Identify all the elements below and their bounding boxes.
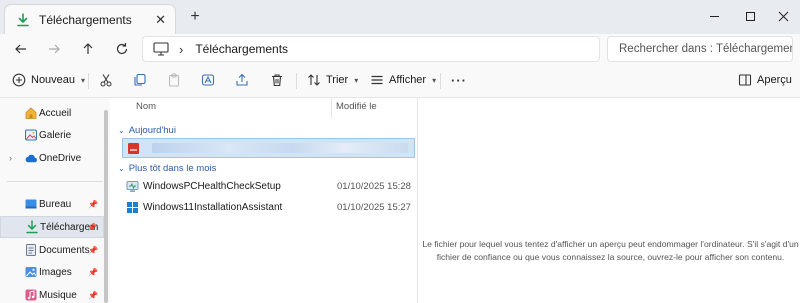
pin-icon[interactable]: 📌 (88, 268, 98, 277)
sidebar-item-documents[interactable]: Documents 📌 (0, 239, 104, 261)
sort-icon (308, 74, 320, 86)
images-icon (24, 265, 38, 279)
pin-icon[interactable]: 📌 (88, 291, 98, 300)
share-icon[interactable] (235, 69, 249, 91)
view-icon (371, 75, 383, 85)
gallery-icon (24, 128, 38, 142)
column-header-modified[interactable]: Modifié le (336, 101, 377, 112)
preview-warning-line: fichier de confiance ou que vous connais… (436, 252, 785, 262)
view-button[interactable]: Afficher ▾ (370, 69, 436, 91)
title-bar: Téléchargements ✕ + (0, 0, 800, 34)
cut-icon[interactable] (99, 69, 113, 91)
chevron-down-icon: ⌄ (118, 125, 125, 135)
more-options-icon[interactable]: ··· (451, 69, 467, 91)
computer-icon (153, 42, 169, 56)
download-icon (25, 220, 39, 234)
preview-pane: Le fichier pour lequel vous tentez d'aff… (417, 98, 800, 303)
divider (7, 181, 103, 182)
sidebar-item-home[interactable]: Accueil (0, 102, 104, 124)
group-label: Plus tôt dans le mois (128, 162, 217, 174)
new-label: Nouveau (31, 74, 76, 86)
sidebar-item-desktop[interactable]: Bureau 📌 (0, 193, 104, 215)
preview-pane-button[interactable]: Aperçu (738, 69, 792, 91)
column-header-name[interactable]: Nom (136, 101, 156, 112)
back-arrow-icon[interactable] (10, 38, 32, 60)
preview-warning-line: Le fichier pour lequel vous tentez d'aff… (422, 239, 799, 249)
sidebar-item-onedrive[interactable]: › OneDrive (0, 147, 104, 169)
sort-label: Trier (326, 74, 349, 86)
table-row[interactable]: WindowsPCHealthCheckSetup 01/10/2025 15:… (122, 176, 415, 196)
file-date: 01/10/2025 15:27 (337, 201, 411, 213)
pdf-file-icon (127, 142, 140, 155)
file-name: WindowsPCHealthCheckSetup (143, 180, 281, 192)
tab-downloads[interactable]: Téléchargements ✕ (4, 4, 176, 34)
minimize-icon[interactable] (703, 6, 725, 26)
download-icon (15, 12, 31, 28)
sidebar-item-downloads[interactable]: Téléchargements 📌 (0, 216, 104, 238)
up-arrow-icon[interactable] (77, 38, 99, 60)
sidebar-item-gallery[interactable]: Galerie (0, 124, 104, 146)
view-label: Afficher (389, 74, 427, 86)
maximize-icon[interactable] (739, 6, 761, 26)
paste-icon[interactable] (167, 69, 181, 91)
forward-arrow-icon[interactable] (43, 38, 65, 60)
group-label: Aujourd'hui (128, 124, 176, 136)
file-date: 01/10/2025 15:28 (337, 180, 411, 192)
sidebar-item-music[interactable]: Musique 📌 (0, 284, 104, 303)
redacted-filename (152, 143, 408, 153)
address-field[interactable]: › Téléchargements (142, 36, 600, 62)
close-tab-icon[interactable]: ✕ (155, 12, 166, 28)
tab-label: Téléchargements (39, 12, 132, 27)
windows-logo-icon (126, 201, 139, 214)
preview-pane-icon (738, 74, 752, 86)
sidebar-scrollbar[interactable] (104, 110, 108, 303)
pin-icon[interactable]: 📌 (87, 223, 97, 232)
desktop-folder-icon (24, 197, 38, 211)
sort-button[interactable]: Trier ▾ (307, 69, 358, 91)
chevron-down-icon: ⌄ (118, 163, 125, 173)
chevron-down-icon: ▾ (81, 75, 86, 85)
sidebar-item-label: OneDrive (39, 152, 82, 164)
new-button[interactable]: Nouveau ▾ (12, 69, 85, 91)
group-header-earlier-this-month[interactable]: ⌄ Plus tôt dans le mois (118, 160, 216, 176)
cloud-icon (24, 151, 38, 165)
sidebar-item-images[interactable]: Images 📌 (0, 261, 104, 283)
refresh-icon[interactable] (111, 38, 133, 60)
chevron-right-icon[interactable]: › (9, 153, 12, 163)
divider (88, 73, 89, 89)
health-check-app-icon (126, 180, 139, 193)
search-input[interactable]: Rechercher dans : Téléchargements (607, 36, 793, 62)
sidebar-item-label: Galerie (39, 129, 72, 141)
search-placeholder: Rechercher dans : Téléchargements (619, 43, 793, 55)
navigation-pane: Accueil Galerie › OneDrive Bureau 📌 Télé… (0, 98, 110, 303)
chevron-down-icon: ▾ (432, 75, 437, 85)
breadcrumb[interactable]: Téléchargements (195, 42, 288, 56)
plus-circle-icon (12, 73, 26, 87)
column-separator[interactable] (331, 98, 332, 118)
copy-icon[interactable] (133, 69, 147, 91)
command-bar: Nouveau ▾ Trier ▾ Afficher ▾ ··· Aperçu (0, 63, 800, 98)
preview-warning-message: Le fichier pour lequel vous tentez d'aff… (420, 238, 800, 264)
divider (440, 73, 441, 89)
rename-icon[interactable] (201, 69, 215, 91)
preview-label: Aperçu (757, 74, 792, 86)
close-window-icon[interactable] (772, 6, 794, 26)
music-icon (24, 288, 38, 302)
documents-icon (24, 243, 38, 257)
table-row-selected[interactable] (122, 138, 415, 158)
sidebar-item-label: Accueil (39, 107, 72, 119)
file-list: Nom Modifié le ⌄ Aujourd'hui ⌄ Plus tôt … (110, 98, 417, 303)
file-name: Windows11InstallationAssistant (143, 201, 283, 213)
chevron-down-icon: ▾ (354, 75, 359, 85)
pin-icon[interactable]: 📌 (88, 200, 98, 209)
delete-icon[interactable] (270, 69, 284, 91)
pin-icon[interactable]: 📌 (88, 246, 98, 255)
home-icon (24, 106, 38, 120)
address-bar: › Téléchargements Rechercher dans : Télé… (0, 34, 800, 63)
new-tab-button[interactable]: + (186, 8, 204, 26)
table-row[interactable]: Windows11InstallationAssistant 01/10/202… (122, 197, 415, 217)
divider (296, 73, 297, 89)
group-header-today[interactable]: ⌄ Aujourd'hui (118, 122, 176, 138)
chevron-right-icon: › (179, 41, 184, 57)
